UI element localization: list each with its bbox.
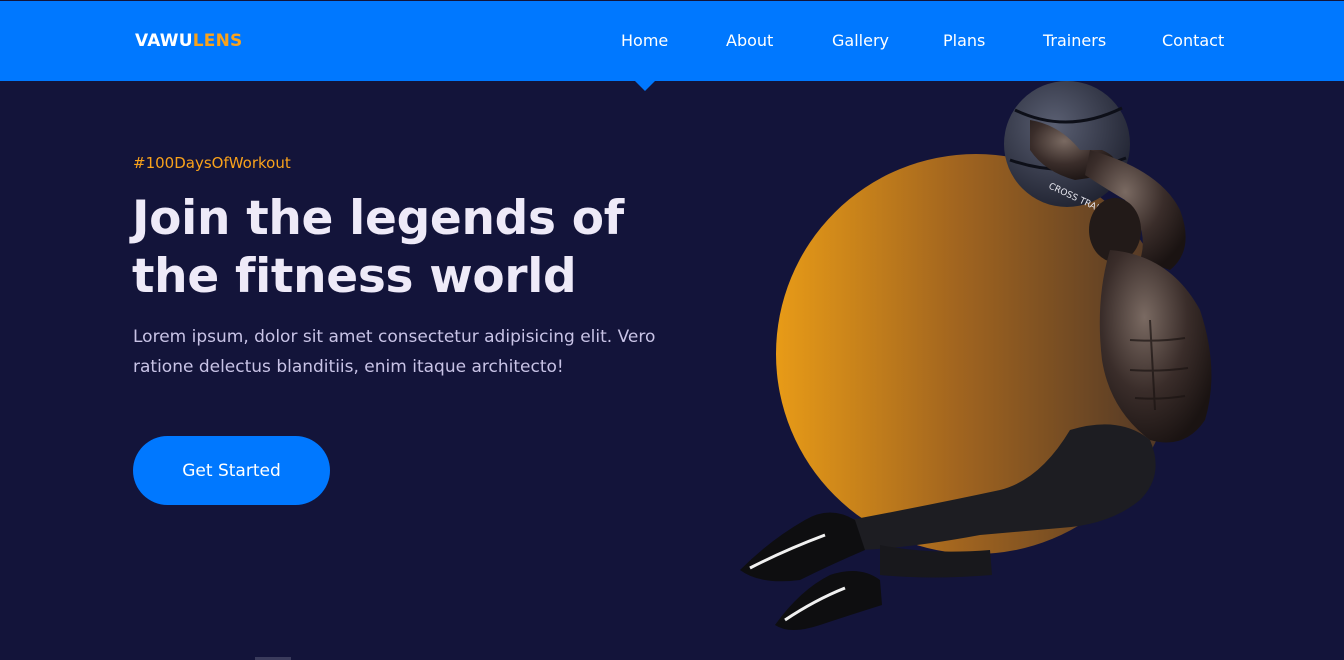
nav-links: Home About Gallery Plans Trainers Contac… [0, 31, 1344, 53]
hero-title: Join the legends of the fitness world [132, 191, 624, 304]
hero-tag: #100DaysOfWorkout [133, 154, 291, 172]
hero-text: Lorem ipsum, dolor sit amet consectetur … [133, 327, 656, 377]
athlete-with-medicine-ball-icon: CROSS TRAIN [740, 81, 1212, 630]
nav-item-home[interactable]: Home [621, 31, 668, 50]
nav-item-about[interactable]: About [726, 31, 773, 50]
navbar: VAWULENS Home About Gallery Plans Traine… [0, 0, 1344, 81]
nav-item-gallery[interactable]: Gallery [832, 31, 889, 50]
nav-item-contact[interactable]: Contact [1162, 31, 1224, 50]
active-nav-indicator [634, 80, 656, 91]
get-started-button[interactable]: Get Started [133, 436, 330, 505]
nav-item-plans[interactable]: Plans [943, 31, 985, 50]
nav-item-trainers[interactable]: Trainers [1043, 31, 1106, 50]
